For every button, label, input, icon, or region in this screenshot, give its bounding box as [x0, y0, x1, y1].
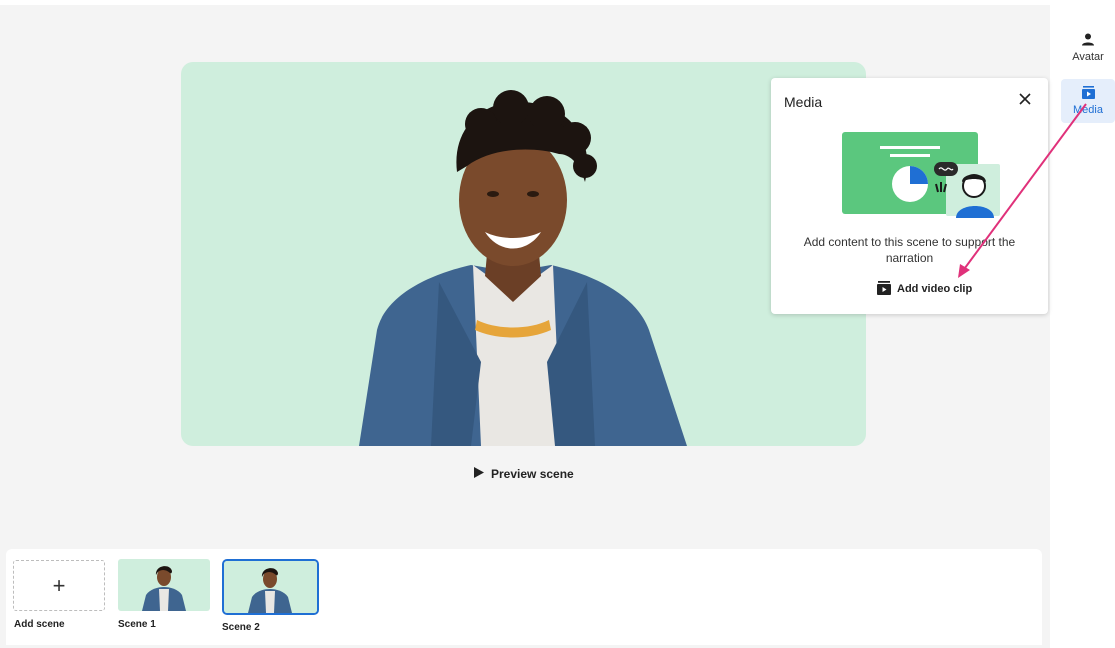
scene-label: Scene 1 [118, 619, 156, 630]
preview-scene-button[interactable]: Preview scene [474, 464, 574, 484]
media-illustration [842, 132, 1002, 227]
media-tab[interactable]: Media [1061, 79, 1115, 123]
avatar-image [359, 90, 687, 446]
right-rail: Avatar Media [1054, 13, 1115, 645]
video-clip-icon [877, 280, 891, 298]
media-icon [1081, 86, 1095, 102]
media-tab-label: Media [1073, 104, 1103, 116]
scene-label: Scene 2 [222, 622, 260, 633]
media-panel-title: Media [784, 94, 823, 110]
preview-scene-label: Preview scene [491, 467, 574, 481]
avatar-tab-label: Avatar [1072, 51, 1104, 63]
add-scene-button[interactable]: + [13, 560, 105, 611]
add-video-clip-label: Add video clip [897, 283, 973, 295]
plus-icon: + [52, 572, 66, 598]
media-description: Add content to this scene to support the… [803, 235, 1016, 265]
avatar-tab[interactable]: Avatar [1061, 26, 1115, 70]
scene-avatar-image [142, 566, 186, 611]
person-icon [1082, 33, 1094, 49]
scene-thumbnail[interactable] [118, 559, 210, 611]
play-icon [474, 467, 484, 481]
close-media-button[interactable] [1016, 92, 1034, 110]
scene-avatar-image [224, 561, 317, 613]
media-panel: Media Add content to this scene to suppo… [771, 78, 1048, 314]
close-icon [1019, 92, 1031, 110]
scene-thumbnail-selected[interactable] [222, 559, 319, 615]
scene-timeline: + Add scene Scene 1 Scene 2 [6, 549, 1042, 645]
add-video-clip-button[interactable]: Add video clip [877, 280, 972, 298]
add-scene-label: Add scene [14, 619, 65, 630]
scene-canvas[interactable] [181, 62, 866, 446]
